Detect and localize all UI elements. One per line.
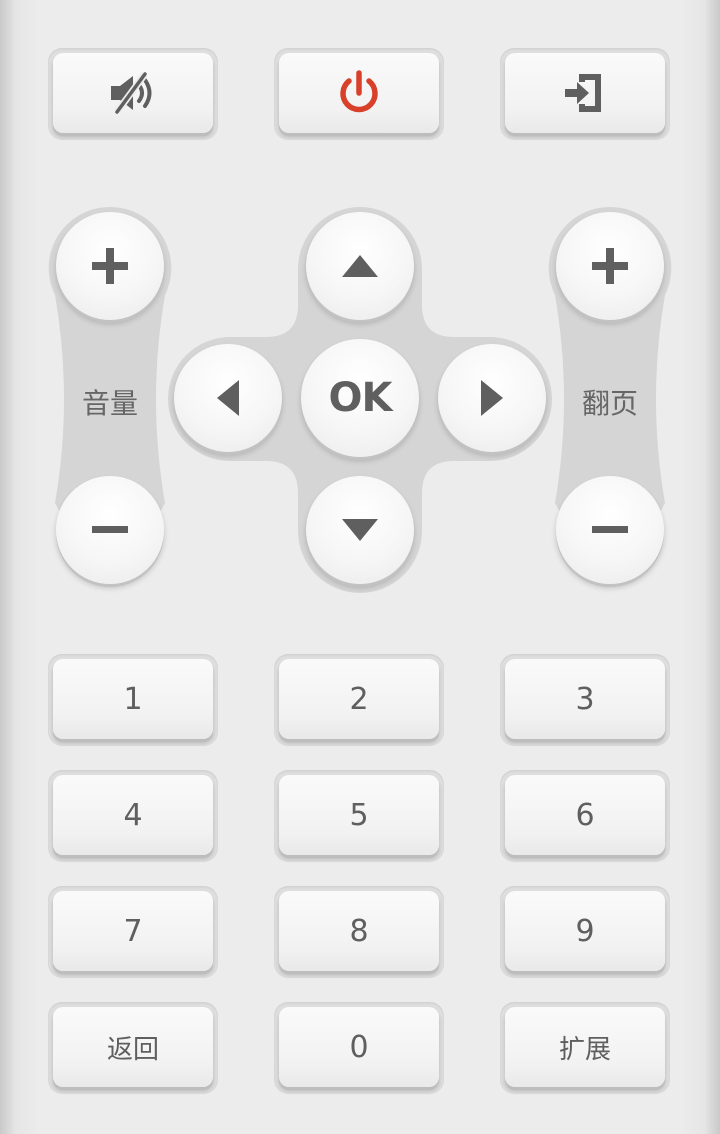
volume-up-button[interactable]: [56, 212, 164, 320]
key-extend-frame: 扩展: [500, 1002, 670, 1094]
key-label: 2: [349, 681, 369, 717]
key-label: 4: [123, 797, 143, 833]
back-button[interactable]: 返回: [53, 1007, 213, 1087]
key-label: 返回: [106, 1034, 159, 1065]
number-0-button[interactable]: 0: [279, 1007, 439, 1087]
number-6-button[interactable]: 6: [505, 775, 665, 855]
power-icon: [335, 69, 383, 117]
minus-icon: [90, 510, 130, 550]
key-label: 9: [575, 913, 595, 949]
number-2-button[interactable]: 2: [279, 659, 439, 739]
arrow-down-icon: [340, 517, 380, 543]
extend-button[interactable]: 扩展: [505, 1007, 665, 1087]
plus-icon: [590, 246, 630, 286]
page-up-button[interactable]: [556, 212, 664, 320]
number-5-button[interactable]: 5: [279, 775, 439, 855]
key-label: 3: [575, 681, 595, 717]
mute-button[interactable]: [53, 53, 213, 133]
dpad-left-button[interactable]: [174, 344, 282, 452]
key-5-frame: 5: [274, 770, 444, 862]
key-label: 1: [123, 681, 143, 717]
key-label: 5: [349, 797, 369, 833]
number-9-button[interactable]: 9: [505, 891, 665, 971]
key-3-frame: 3: [500, 654, 670, 746]
power-key-frame: [274, 48, 444, 140]
number-1-button[interactable]: 1: [53, 659, 213, 739]
mute-key-frame: [48, 48, 218, 140]
volume-down-button[interactable]: [56, 476, 164, 584]
mute-icon: [107, 71, 159, 115]
ok-label: OK: [328, 375, 393, 421]
remote-control: 音量 翻页 OK 1 2 3 4 5 6 7 8 9 返回 0 扩展: [0, 0, 720, 1134]
key-label: 扩展: [558, 1034, 611, 1065]
number-8-button[interactable]: 8: [279, 891, 439, 971]
key-9-frame: 9: [500, 886, 670, 978]
key-4-frame: 4: [48, 770, 218, 862]
key-label: 7: [123, 913, 143, 949]
arrow-up-icon: [340, 253, 380, 279]
key-label: 8: [349, 913, 369, 949]
key-1-frame: 1: [48, 654, 218, 746]
input-source-icon: [561, 70, 609, 116]
dpad-right-button[interactable]: [438, 344, 546, 452]
input-key-frame: [500, 48, 670, 140]
input-source-button[interactable]: [505, 53, 665, 133]
page-label: 翻页: [581, 387, 638, 420]
key-label: 6: [575, 797, 595, 833]
number-4-button[interactable]: 4: [53, 775, 213, 855]
minus-icon: [590, 510, 630, 550]
arrow-left-icon: [215, 378, 241, 418]
arrow-right-icon: [479, 378, 505, 418]
power-button[interactable]: [279, 53, 439, 133]
key-6-frame: 6: [500, 770, 670, 862]
number-3-button[interactable]: 3: [505, 659, 665, 739]
number-7-button[interactable]: 7: [53, 891, 213, 971]
dpad-up-button[interactable]: [306, 212, 414, 320]
volume-label: 音量: [81, 387, 138, 420]
key-label: 0: [349, 1029, 369, 1065]
ok-button[interactable]: OK: [301, 339, 419, 457]
dpad-down-button[interactable]: [306, 476, 414, 584]
key-back-frame: 返回: [48, 1002, 218, 1094]
key-2-frame: 2: [274, 654, 444, 746]
key-0-frame: 0: [274, 1002, 444, 1094]
key-7-frame: 7: [48, 886, 218, 978]
key-8-frame: 8: [274, 886, 444, 978]
page-down-button[interactable]: [556, 476, 664, 584]
plus-icon: [90, 246, 130, 286]
